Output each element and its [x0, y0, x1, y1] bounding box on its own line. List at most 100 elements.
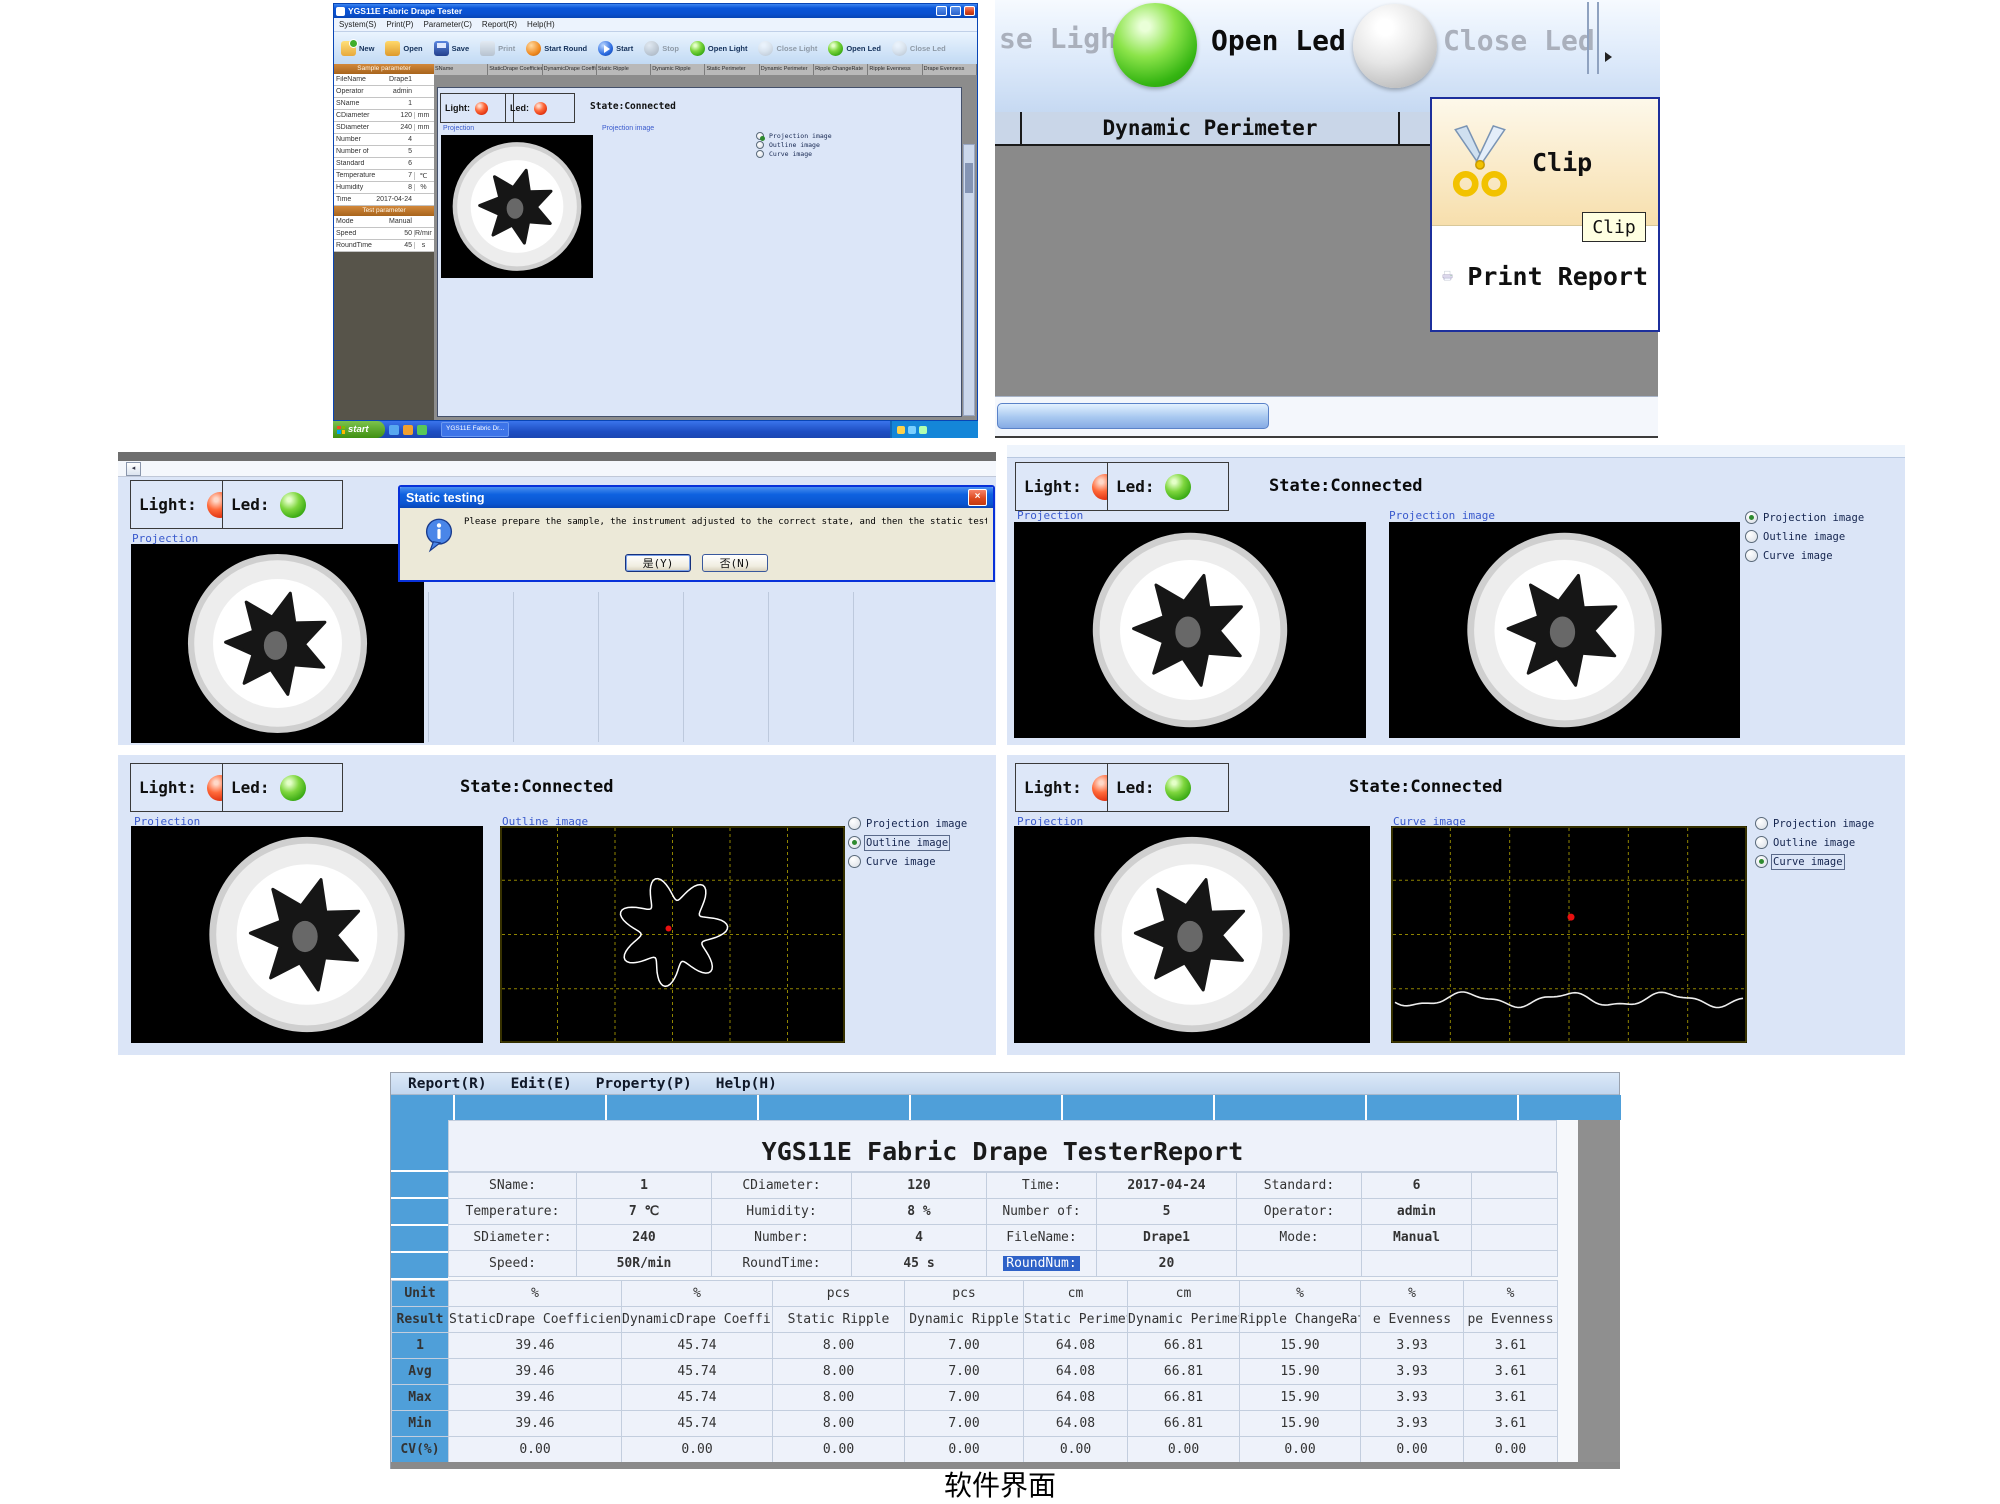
toolbar-button-icon — [480, 41, 495, 56]
report-cell: 66.81 — [1128, 1359, 1240, 1385]
param-row[interactable]: CDiameter 120 mm — [334, 110, 434, 122]
radio-option[interactable]: Outline image — [756, 141, 832, 149]
report-cell: 15.90 — [1240, 1333, 1361, 1359]
report-menu-item[interactable]: Edit(E) — [511, 1076, 572, 1092]
param-row[interactable]: SName 1 — [334, 98, 434, 110]
param-row[interactable]: RoundTime 45 s — [334, 240, 434, 252]
radio-option[interactable]: Projection image — [848, 817, 967, 830]
menu-item[interactable]: Report(R) — [482, 20, 517, 29]
radio-option[interactable]: Projection image — [1755, 817, 1874, 830]
scroll-left-button[interactable]: ◂ — [126, 462, 141, 476]
radio-label: Outline image — [866, 837, 948, 849]
param-row[interactable]: SDiameter 240 mm — [334, 122, 434, 134]
toolbar-button-icon — [892, 41, 907, 56]
open-led-ball-icon[interactable] — [1113, 3, 1197, 87]
param-row[interactable]: Humidity 8 % — [334, 182, 434, 194]
param-row[interactable]: Number of 5 — [334, 146, 434, 158]
param-row[interactable]: FileName Drape1 — [334, 74, 434, 86]
yes-button[interactable]: 是(Y) — [625, 554, 691, 572]
dialog-close-button[interactable]: × — [968, 489, 987, 506]
radio-option[interactable]: Outline image — [848, 836, 967, 849]
toolbar-button[interactable]: Print — [476, 35, 519, 61]
tray-icon[interactable] — [897, 426, 905, 434]
toolbar-button[interactable]: Start — [594, 35, 637, 61]
main-window: YGS11E Fabric Drape Tester System(S) Prin… — [333, 3, 978, 421]
radio-option[interactable]: Projection image — [1745, 511, 1864, 524]
param-row[interactable]: Standard 6 — [334, 158, 434, 170]
minimize-button[interactable] — [936, 6, 947, 16]
report-cell: Number: — [712, 1225, 852, 1251]
toolbar-button[interactable]: Start Round — [522, 35, 591, 61]
horizontal-scrollbar[interactable] — [995, 396, 1658, 438]
report-cell: Speed: — [449, 1251, 577, 1277]
app-icon — [336, 7, 345, 16]
param-row[interactable]: Time 2017-04-24 — [334, 194, 434, 206]
param-section-header: Test parameter — [334, 206, 434, 216]
report-cell: 240 — [577, 1225, 712, 1251]
no-button[interactable]: 否(N) — [702, 554, 768, 572]
vertical-scrollbar[interactable] — [963, 144, 975, 416]
report-menu-item[interactable]: Property(P) — [596, 1076, 692, 1092]
printer-icon — [1442, 238, 1453, 314]
roundnum-selection[interactable]: RoundNum: — [1003, 1256, 1079, 1271]
start-button[interactable]: start — [333, 421, 385, 438]
report-cell: DynamicDrape Coefficient — [622, 1307, 773, 1333]
quicklaunch-icon[interactable] — [389, 425, 399, 435]
radio-option[interactable]: Outline image — [1745, 530, 1864, 543]
close-led-button[interactable]: Close Led — [1443, 24, 1595, 57]
radio-option[interactable]: Curve image — [848, 855, 967, 868]
static-testing-panel: ◂ Light: Led: Projection Static testing … — [118, 452, 996, 745]
quicklaunch-icon[interactable] — [403, 425, 413, 435]
taskbar-task-button[interactable]: YGS11E Fabric Dr... — [441, 422, 509, 437]
param-row[interactable]: Number 4 — [334, 134, 434, 146]
close-led-ball-icon[interactable] — [1353, 4, 1437, 88]
toolbar-button[interactable]: Stop — [640, 35, 683, 61]
window-title: YGS11E Fabric Drape Tester — [348, 6, 933, 16]
toolbar-overflow-arrow-icon[interactable] — [1605, 52, 1612, 62]
report-cell: 39.46 — [449, 1385, 622, 1411]
toolbar-button[interactable]: Save — [430, 35, 474, 61]
menu-item[interactable]: Parameter(C) — [423, 20, 471, 29]
param-row[interactable]: Temperature 7 ℃ — [334, 170, 434, 182]
toolbar-button[interactable]: New — [337, 35, 378, 61]
toolbar-button[interactable]: Open Light — [686, 35, 752, 61]
radio-option[interactable]: Outline image — [1755, 836, 1874, 849]
radio-label: Curve image — [769, 150, 812, 158]
context-menu-item-clip[interactable]: Clip — [1432, 99, 1658, 226]
report-cell: admin — [1362, 1199, 1472, 1225]
param-row[interactable]: Speed 50 R/min — [334, 228, 434, 240]
toolbar-button[interactable]: Close Led — [888, 35, 950, 61]
menu-item[interactable]: Print(P) — [386, 20, 413, 29]
param-label: Humidity — [336, 184, 406, 191]
toolbar-button[interactable]: Open — [381, 35, 426, 61]
quicklaunch-icon[interactable] — [417, 425, 427, 435]
param-row[interactable]: Operator admin — [334, 86, 434, 98]
report-menu-item[interactable]: Report(R) — [408, 1076, 487, 1092]
toolbar-button[interactable]: Close Light — [754, 35, 821, 61]
param-row[interactable]: Mode Manual — [334, 216, 434, 228]
maximize-button[interactable] — [950, 6, 961, 16]
panel-scroll-strip: ◂ — [118, 461, 996, 477]
led-label: Led: — [231, 778, 270, 797]
param-label: RoundTime — [336, 242, 402, 249]
close-button[interactable] — [964, 6, 975, 16]
toolbar-button[interactable]: Open Led — [824, 35, 885, 61]
report-cell: 45.74 — [622, 1333, 773, 1359]
tray-icon[interactable] — [919, 426, 927, 434]
param-value: 50 — [402, 230, 414, 237]
image-mode-radios: Projection image Outline image Curve ima… — [1755, 817, 1874, 868]
radio-option[interactable]: Curve image — [1745, 549, 1864, 562]
menu-item[interactable]: System(S) — [339, 20, 376, 29]
radio-option[interactable]: Projection image — [756, 132, 832, 140]
radio-option[interactable]: Curve image — [1755, 855, 1874, 868]
toolbar-button-icon — [598, 41, 613, 56]
menu-item[interactable]: Help(H) — [527, 20, 555, 29]
outline-graphic — [500, 826, 845, 1043]
report-cell: StaticDrape Coefficient — [449, 1307, 622, 1333]
radio-option[interactable]: Curve image — [756, 150, 832, 158]
open-led-button[interactable]: Open Led — [1211, 24, 1346, 57]
tray-icon[interactable] — [908, 426, 916, 434]
scrollbar-thumb[interactable] — [997, 403, 1269, 429]
report-menu-item[interactable]: Help(H) — [716, 1076, 777, 1092]
projection-view-panel: Light: Led: State:Connected Projection P… — [1007, 445, 1905, 745]
